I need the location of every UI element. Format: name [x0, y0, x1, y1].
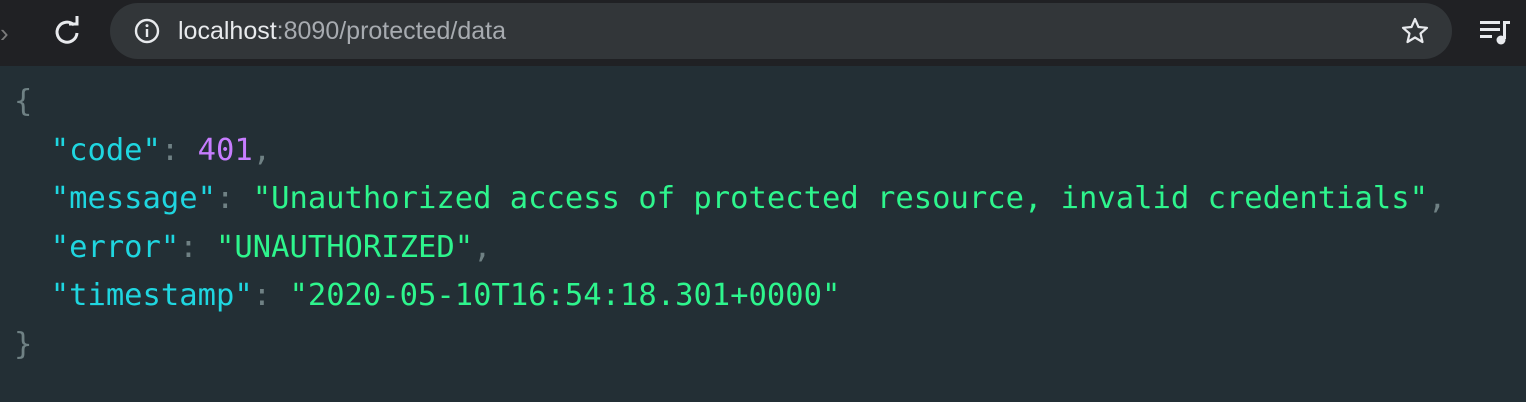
reload-icon[interactable] [50, 15, 84, 49]
json-viewer: { "code": 401, "message": "Unauthorized … [14, 78, 1446, 369]
json-value: "Unauthorized access of protected resour… [252, 181, 1428, 216]
url-text[interactable]: localhost:8090/protected/data [178, 3, 506, 59]
json-entry-code: "code": 401, [50, 132, 272, 168]
open-brace: { [14, 84, 33, 119]
json-entry-error: "error": "UNAUTHORIZED", [50, 229, 492, 265]
json-key: "message" [50, 181, 216, 216]
close-brace: } [14, 326, 33, 362]
url-path: :8090/protected/data [276, 17, 507, 45]
json-value: "2020-05-10T16:54:18.301+0000" [289, 278, 841, 313]
json-key: "code" [50, 132, 161, 168]
forward-icon[interactable]: › [0, 18, 14, 48]
json-value: "UNAUTHORIZED" [216, 229, 474, 265]
reading-list-icon[interactable] [1478, 17, 1512, 47]
json-value: 401 [197, 132, 253, 168]
address-bar[interactable]: localhost:8090/protected/data [110, 3, 1452, 59]
json-key: "timestamp" [50, 278, 253, 313]
browser-toolbar: › localhost:8090/protected/data [0, 0, 1526, 66]
json-entry-timestamp: "timestamp": "2020-05-10T16:54:18.301+00… [50, 278, 841, 313]
info-icon[interactable] [134, 18, 160, 44]
json-entry-message: "message": "Unauthorized access of prote… [50, 181, 1447, 216]
json-key: "error" [50, 229, 180, 265]
url-host: localhost [178, 17, 277, 45]
star-icon[interactable] [1400, 16, 1430, 46]
